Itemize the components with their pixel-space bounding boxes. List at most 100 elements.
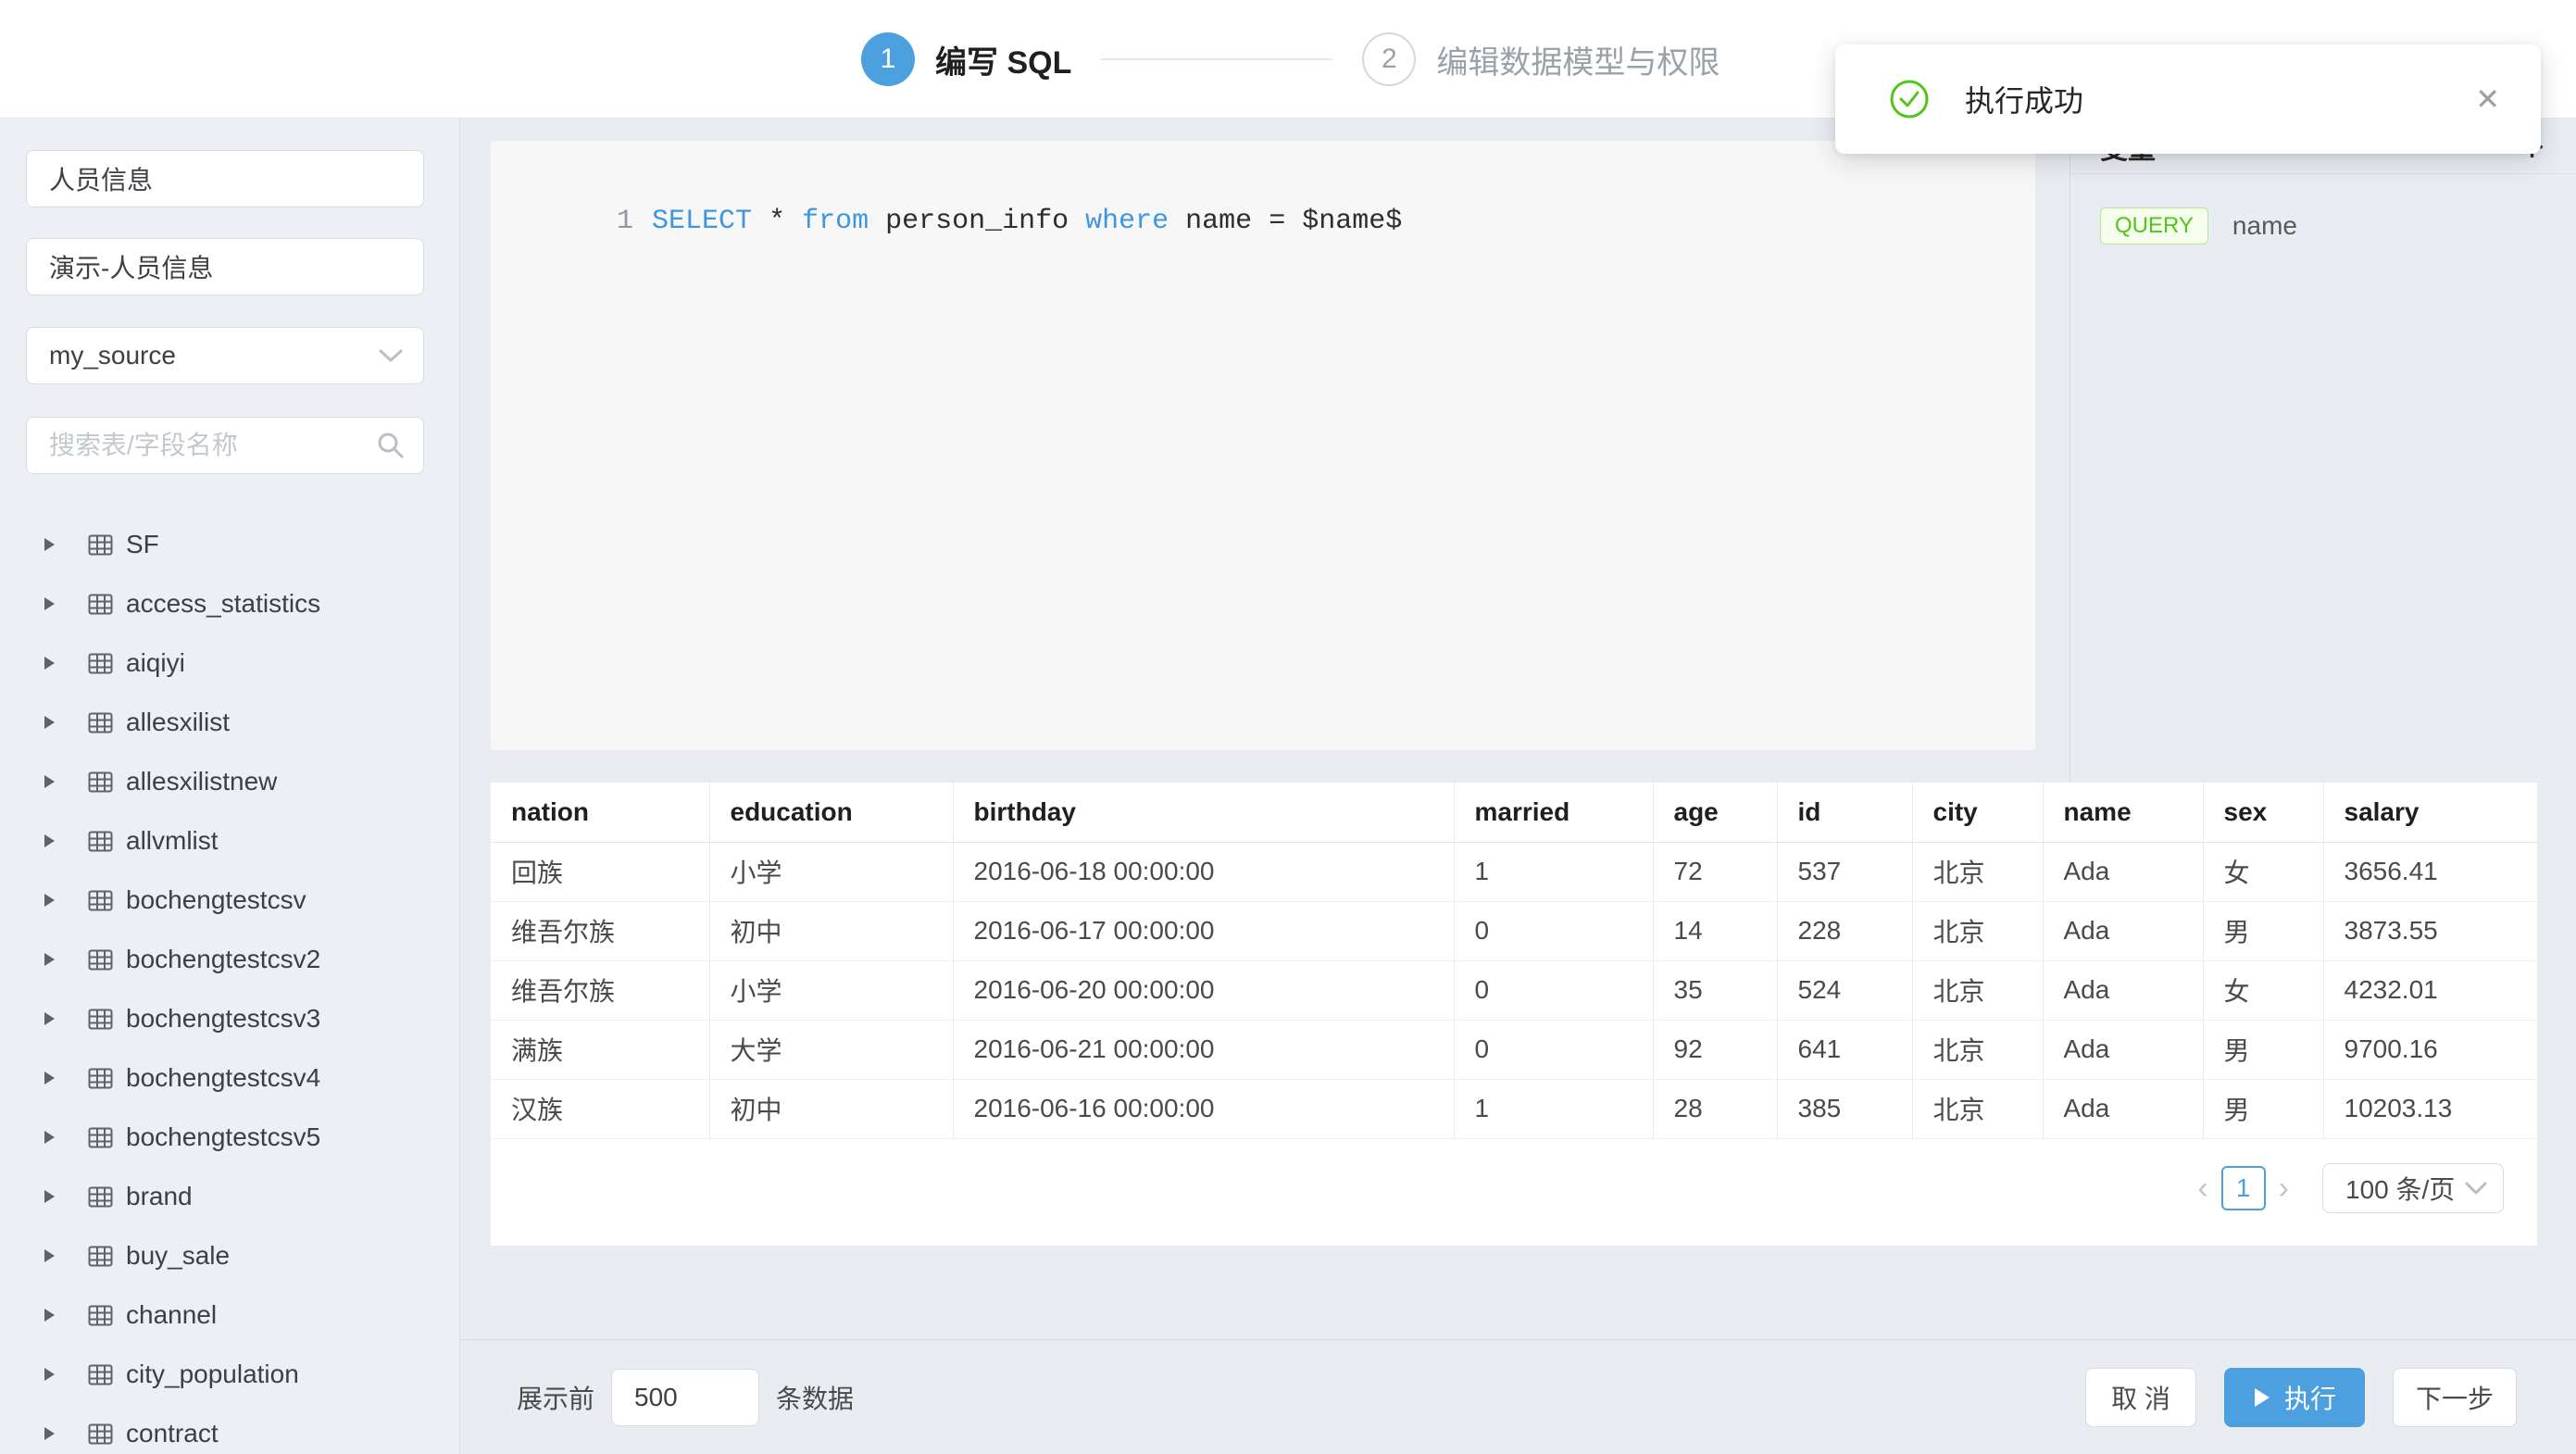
sql-keyword: where	[1085, 206, 1169, 237]
step-2-label: 编辑数据模型与权限	[1436, 37, 1719, 82]
expand-caret-icon[interactable]	[44, 1427, 55, 1440]
sql-dataset-editor-page: 1 编写 SQL 2 编辑数据模型与权限 my_source	[0, 0, 2576, 1454]
table-name: channel	[126, 1300, 217, 1330]
table-search-input[interactable]	[26, 417, 424, 474]
table-tree-item[interactable]: aiqiyi	[26, 633, 433, 693]
dataset-display-name-input[interactable]	[26, 238, 424, 295]
expand-caret-icon[interactable]	[44, 1190, 55, 1203]
table-name: city_population	[126, 1360, 299, 1389]
table-cell: 男	[2203, 1079, 2323, 1138]
table-icon	[88, 712, 113, 733]
pagination: ‹ 1 › 100 条/页	[491, 1163, 2537, 1213]
success-toast: 执行成功 ✕	[1835, 44, 2541, 154]
sql-text: person_info	[869, 206, 1085, 237]
expand-caret-icon[interactable]	[44, 953, 55, 966]
table-cell: 3656.41	[2323, 842, 2537, 901]
table-tree-item[interactable]: channel	[26, 1285, 433, 1345]
sql-editor[interactable]: 1SELECT * from person_info where name = …	[491, 141, 2035, 750]
step-1-label: 编写 SQL	[935, 37, 1071, 82]
expand-caret-icon[interactable]	[44, 1249, 55, 1262]
expand-caret-icon[interactable]	[44, 894, 55, 907]
line-number: 1	[617, 206, 633, 237]
step-1-write-sql[interactable]: 1 编写 SQL	[861, 32, 1071, 86]
page-size-select[interactable]: 100 条/页	[2322, 1163, 2504, 1213]
table-tree-item[interactable]: bochengtestcsv5	[26, 1108, 433, 1167]
dataset-name-input[interactable]	[26, 150, 424, 207]
table-name: access_statistics	[126, 589, 320, 619]
expand-caret-icon[interactable]	[44, 1309, 55, 1322]
datasource-select[interactable]: my_source	[26, 327, 424, 384]
table-cell: 1	[1454, 842, 1653, 901]
column-header: birthday	[953, 783, 1454, 842]
prev-page-icon[interactable]: ‹	[2184, 1172, 2220, 1204]
table-cell: 0	[1454, 1020, 1653, 1079]
table-cell: 回族	[491, 842, 709, 901]
table-tree-item[interactable]: bochengtestcsv2	[26, 930, 433, 989]
sql-keyword: from	[802, 206, 869, 237]
table-name: bochengtestcsv3	[126, 1004, 320, 1034]
table-tree-item[interactable]: allvmlist	[26, 811, 433, 871]
table-cell: 2016-06-16 00:00:00	[953, 1079, 1454, 1138]
expand-caret-icon[interactable]	[44, 1072, 55, 1084]
datasource-select-value: my_source	[49, 341, 176, 370]
column-header: city	[1912, 783, 2043, 842]
close-icon[interactable]: ✕	[2475, 84, 2500, 114]
table-cell: 0	[1454, 960, 1653, 1020]
next-step-button[interactable]: 下一步	[2393, 1368, 2517, 1427]
table-tree-item[interactable]: bochengtestcsv	[26, 871, 433, 930]
variables-list: QUERYname	[2070, 174, 2576, 278]
table-tree-item[interactable]: city_population	[26, 1345, 433, 1404]
table-cell: 初中	[709, 901, 953, 960]
table-cell: 2016-06-21 00:00:00	[953, 1020, 1454, 1079]
table-icon	[88, 1305, 113, 1326]
table-cell: 男	[2203, 1020, 2323, 1079]
table-cell: 14	[1653, 901, 1777, 960]
expand-caret-icon[interactable]	[44, 597, 55, 610]
table-tree-item[interactable]: buy_sale	[26, 1226, 433, 1285]
table-icon	[88, 1246, 113, 1267]
table-name: bochengtestcsv	[126, 885, 306, 915]
table-tree-item[interactable]: SF	[26, 515, 433, 574]
table-tree-item[interactable]: bochengtestcsv4	[26, 1048, 433, 1108]
table-tree-item[interactable]: bochengtestcsv3	[26, 989, 433, 1048]
table-icon	[88, 1068, 113, 1089]
table-cell: 男	[2203, 901, 2323, 960]
table-icon	[88, 653, 113, 674]
table-cell: 满族	[491, 1020, 709, 1079]
expand-caret-icon[interactable]	[44, 834, 55, 847]
table-name: bochengtestcsv5	[126, 1122, 320, 1152]
step-1-badge: 1	[861, 32, 915, 86]
page-size-value: 100 条/页	[2345, 1170, 2455, 1207]
expand-caret-icon[interactable]	[44, 657, 55, 670]
table-cell: 524	[1777, 960, 1912, 1020]
execute-button[interactable]: 执行	[2224, 1368, 2365, 1427]
footer-action-bar: 展示前 条数据 取 消 执行 下一步	[460, 1339, 2576, 1454]
row-limit-input[interactable]	[611, 1369, 759, 1426]
table-cell: 维吾尔族	[491, 901, 709, 960]
table-tree-item[interactable]: contract	[26, 1404, 433, 1454]
table-name: allesxilistnew	[126, 767, 277, 796]
expand-caret-icon[interactable]	[44, 775, 55, 788]
table-tree-item[interactable]: allesxilist	[26, 693, 433, 752]
table-icon	[88, 771, 113, 793]
query-results-panel: nationeducationbirthdaymarriedageidcityn…	[491, 783, 2537, 1246]
expand-caret-icon[interactable]	[44, 716, 55, 729]
expand-caret-icon[interactable]	[44, 1131, 55, 1144]
table-cell: Ada	[2043, 1079, 2203, 1138]
expand-caret-icon[interactable]	[44, 1368, 55, 1381]
table-tree-item[interactable]: brand	[26, 1167, 433, 1226]
current-page-button[interactable]: 1	[2221, 1166, 2266, 1210]
expand-caret-icon[interactable]	[44, 538, 55, 551]
table-tree-item[interactable]: allesxilistnew	[26, 752, 433, 811]
table-name: allvmlist	[126, 826, 219, 856]
cancel-button[interactable]: 取 消	[2085, 1368, 2196, 1427]
variable-row[interactable]: QUERYname	[2100, 207, 2546, 244]
table-tree-item[interactable]: access_statistics	[26, 574, 433, 633]
expand-caret-icon[interactable]	[44, 1012, 55, 1025]
table-cell: 641	[1777, 1020, 1912, 1079]
step-2-edit-model[interactable]: 2 编辑数据模型与权限	[1362, 32, 1719, 86]
table-cell: Ada	[2043, 1020, 2203, 1079]
next-page-icon[interactable]: ›	[2266, 1172, 2302, 1204]
column-header: nation	[491, 783, 709, 842]
table-cell: 72	[1653, 842, 1777, 901]
